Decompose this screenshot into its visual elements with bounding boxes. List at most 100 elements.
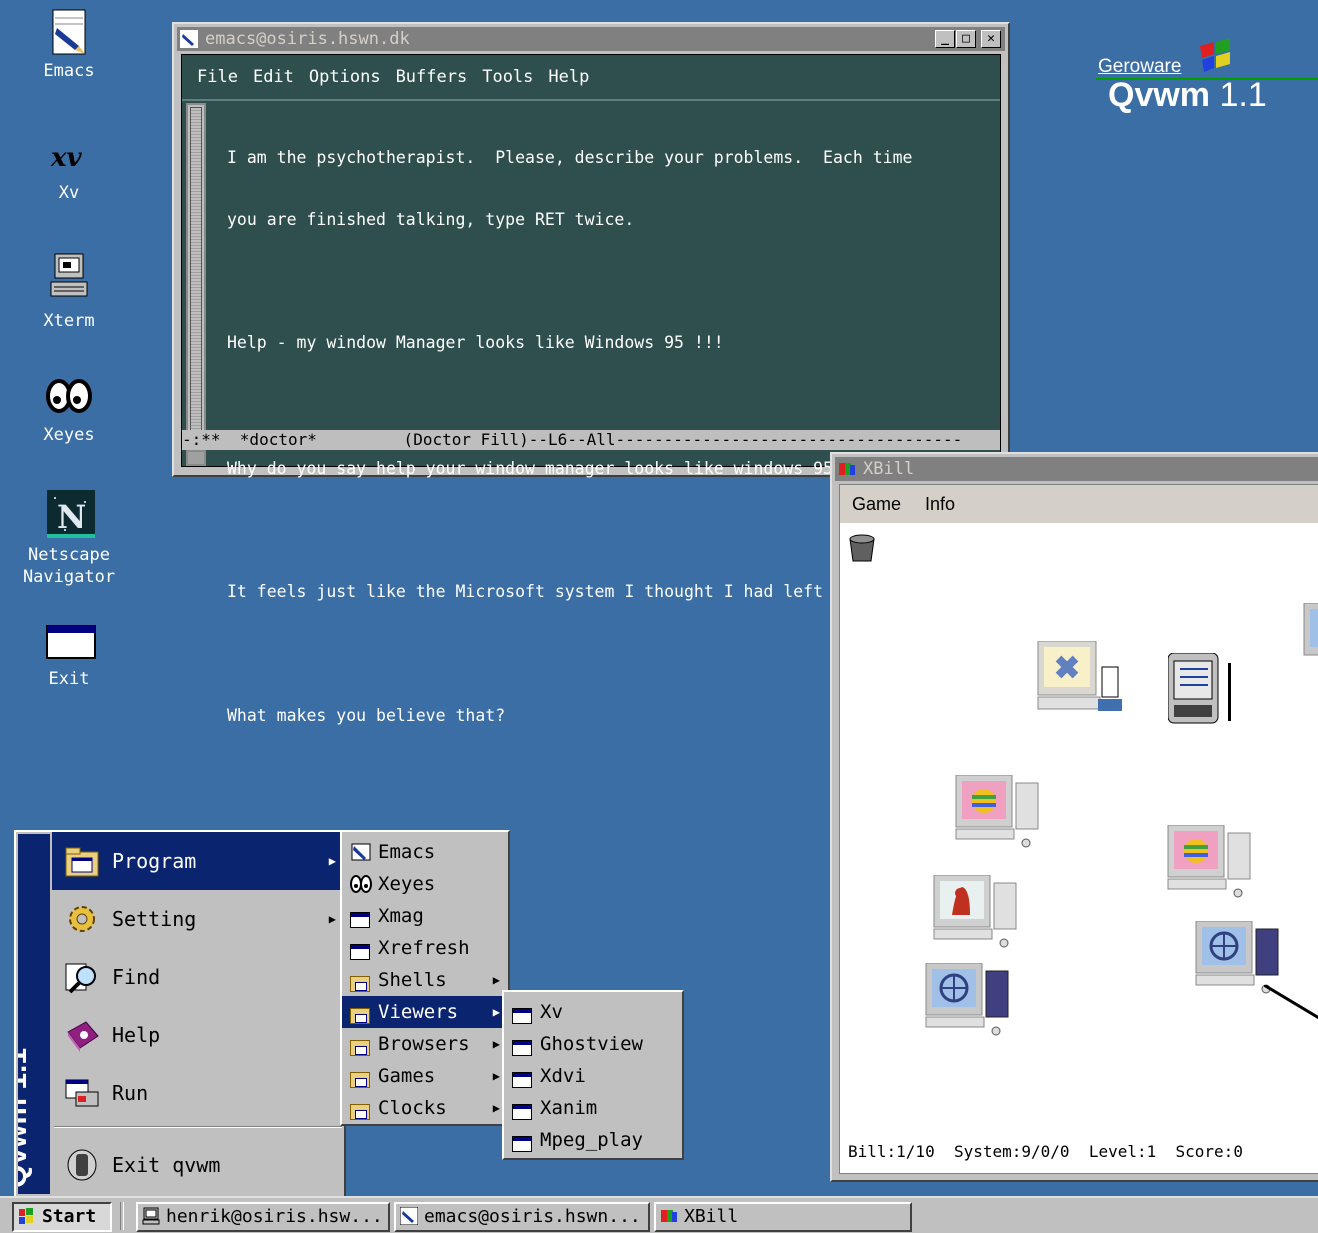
desktop-icon-xeyes[interactable]: Xeyes — [14, 376, 124, 446]
folder-icon — [350, 970, 372, 992]
item-label: Run — [112, 1081, 149, 1105]
network-cable — [1264, 985, 1318, 1020]
start-label: Start — [42, 1206, 97, 1227]
desktop-icon-netscape[interactable]: N Netscape Navigator — [14, 490, 124, 588]
start-item-program[interactable]: Program ▶ — [52, 832, 344, 890]
window-icon — [350, 938, 372, 960]
submenu-arrow-icon: ▶ — [328, 854, 336, 868]
emacs-titlebar[interactable]: emacs@osiris.hswn.dk _ □ ✕ — [177, 27, 1005, 51]
menu-edit[interactable]: Edit — [253, 67, 294, 87]
computer-mac-icon[interactable] — [1166, 825, 1256, 899]
computer-sun-icon[interactable] — [1036, 641, 1126, 717]
minimize-button[interactable]: _ — [935, 30, 955, 48]
item-label: Program — [112, 849, 197, 873]
taskbar: Start henrik@osiris.hsw... emacs@osiris.… — [0, 1196, 1318, 1233]
item-label: Xeyes — [378, 873, 436, 895]
item-label: Shells — [378, 969, 447, 991]
emacs-window: emacs@osiris.hswn.dk _ □ ✕ File Edit Optio… — [172, 22, 1010, 725]
program-item-shells[interactable]: Shells ▶ — [342, 964, 508, 996]
minibuffer-scrollbar[interactable] — [186, 450, 206, 466]
run-icon — [65, 1079, 99, 1107]
folder-icon — [350, 1002, 372, 1024]
program-item-clocks[interactable]: Clocks ▶ — [342, 1092, 508, 1124]
viewers-item-xdvi[interactable]: Xdvi — [504, 1060, 682, 1092]
maximize-button[interactable]: □ — [956, 30, 976, 48]
submenu-arrow-icon: ▶ — [492, 1101, 500, 1115]
start-item-exit[interactable]: Exit qvwm — [52, 1136, 344, 1194]
item-label: Games — [378, 1065, 436, 1087]
desktop-icon-label: Exit — [48, 669, 90, 689]
computer-sgi-icon[interactable] — [924, 963, 1014, 1039]
desktop-icon-emacs[interactable]: Emacs — [14, 8, 124, 82]
bucket-icon[interactable] — [846, 533, 878, 565]
emacs-frame[interactable]: File Edit Options Buffers Tools Help I am the… — [181, 54, 1001, 725]
computer-palm-icon[interactable] — [1168, 653, 1238, 733]
viewers-item-xv[interactable]: Xv — [504, 996, 682, 1028]
start-item-run[interactable]: Run — [52, 1064, 344, 1122]
window-icon — [512, 1066, 534, 1088]
start-menu-banner: Qvwm 1.1 — [18, 834, 50, 1194]
submenu-arrow-icon: ▶ — [328, 912, 336, 926]
program-item-games[interactable]: Games ▶ — [342, 1060, 508, 1092]
emacs-icon — [45, 8, 93, 56]
program-item-xeyes[interactable]: Xeyes — [342, 868, 508, 900]
xbill-window: XBill Game Info Bill:1/10 System:9/0/0 Le… — [830, 452, 1318, 1182]
computer-bsd-icon[interactable] — [932, 875, 1022, 951]
viewers-submenu: Xv Ghostview Xdvi Xanim Mpeg_play — [502, 990, 684, 1160]
submenu-arrow-icon: ▶ — [492, 1037, 500, 1051]
svg-text:N: N — [57, 498, 86, 536]
desktop-icon-xv[interactable]: xv Xv — [14, 138, 124, 204]
xbill-menubar: Game Info — [840, 485, 1318, 523]
item-label: Xdvi — [540, 1065, 586, 1087]
menu-tools[interactable]: Tools — [482, 67, 533, 87]
qvwm-flag-icon — [19, 1208, 33, 1224]
start-item-find[interactable]: Find — [52, 948, 344, 1006]
xbill-playfield[interactable]: Game Info Bill:1/10 System:9/0/0 Level:1 … — [839, 484, 1318, 1174]
eyes-icon — [350, 875, 372, 893]
menu-info[interactable]: Info — [925, 494, 955, 514]
program-item-emacs[interactable]: Emacs — [342, 836, 508, 868]
viewers-item-mpeg-play[interactable]: Mpeg_play — [504, 1124, 682, 1156]
start-item-setting[interactable]: Setting ▶ — [52, 890, 344, 948]
close-button[interactable]: ✕ — [981, 30, 1001, 48]
start-button[interactable]: Start — [12, 1202, 112, 1232]
xbill-titlebar[interactable]: XBill — [835, 457, 1318, 481]
computer-mac-icon[interactable] — [954, 775, 1044, 849]
terminal-icon — [45, 250, 93, 306]
item-label: Exit qvwm — [112, 1153, 221, 1177]
submenu-arrow-icon: ▶ — [492, 973, 500, 987]
program-item-xrefresh[interactable]: Xrefresh — [342, 932, 508, 964]
desktop-icon-exit[interactable]: Exit — [14, 624, 124, 690]
program-item-xmag[interactable]: Xmag — [342, 900, 508, 932]
item-label: Xanim — [540, 1097, 598, 1119]
submenu-arrow-icon: ▶ — [492, 1005, 500, 1019]
taskbar-separator — [120, 1202, 124, 1230]
emacs-scrollbar[interactable] — [186, 103, 206, 436]
menu-options[interactable]: Options — [309, 67, 381, 87]
computer-partial-icon[interactable] — [1302, 603, 1318, 679]
program-item-viewers[interactable]: Viewers ▶ — [342, 996, 508, 1028]
task-button-emacs[interactable]: emacs@osiris.hswn... — [394, 1202, 650, 1232]
item-label: Xmag — [378, 905, 424, 927]
window-icon — [45, 624, 96, 664]
viewers-item-ghostview[interactable]: Ghostview — [504, 1028, 682, 1060]
start-item-help[interactable]: Help — [52, 1006, 344, 1064]
menu-file[interactable]: File — [197, 67, 238, 87]
find-magnifier-icon — [65, 963, 96, 994]
task-button-xbill[interactable]: XBill — [654, 1202, 912, 1232]
task-button-xterm[interactable]: henrik@osiris.hsw... — [136, 1202, 390, 1232]
menu-help[interactable]: Help — [548, 67, 589, 87]
window-icon — [350, 906, 372, 928]
program-item-browsers[interactable]: Browsers ▶ — [342, 1028, 508, 1060]
menu-buffers[interactable]: Buffers — [396, 67, 468, 87]
item-label: Ghostview — [540, 1033, 643, 1055]
desktop-icon-xterm[interactable]: Xterm — [14, 250, 124, 332]
qvwm-logo: Geroware Qvwm 1.1 — [1096, 38, 1318, 118]
logo-brand: Geroware — [1098, 56, 1182, 77]
window-icon — [512, 1034, 534, 1056]
viewers-item-xanim[interactable]: Xanim — [504, 1092, 682, 1124]
gear-icon — [69, 906, 95, 932]
xbill-icon — [839, 463, 855, 475]
menu-game[interactable]: Game — [852, 494, 901, 514]
window-icon — [512, 1098, 534, 1120]
